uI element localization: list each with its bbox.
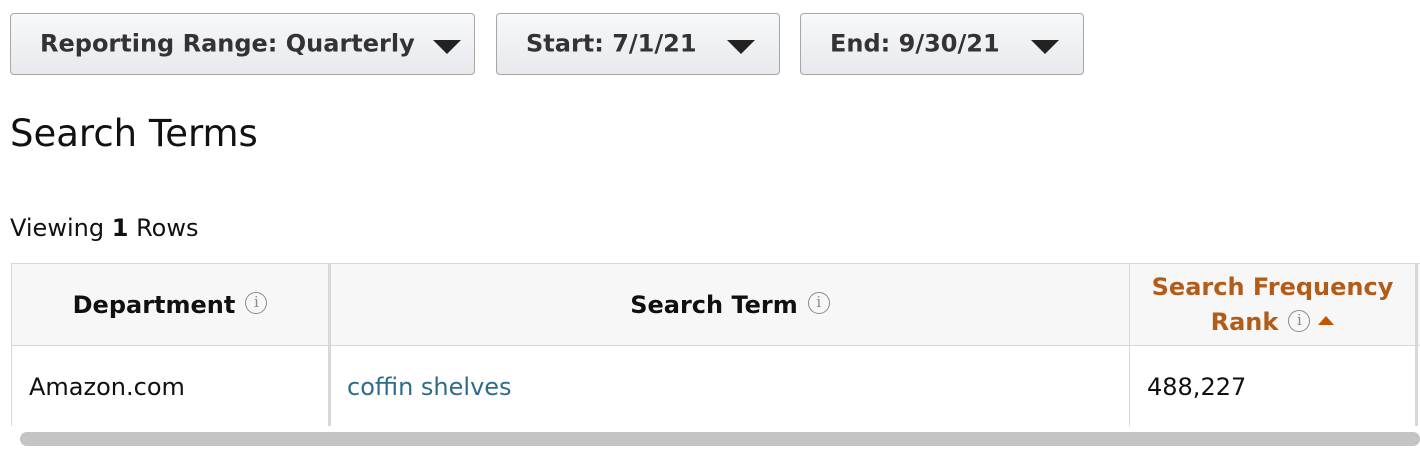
column-resize-handle[interactable] — [1415, 264, 1418, 426]
department-header-label: Department — [72, 291, 236, 319]
search-term-header-label: Search Term — [630, 291, 798, 319]
rank-header-label-line2: Rank — [1210, 308, 1279, 336]
cell-department: Amazon.com — [29, 373, 185, 401]
start-date-label: Start: 7/1/21 — [526, 29, 697, 58]
column-header-department[interactable]: Department i — [12, 264, 328, 346]
info-icon[interactable]: i — [807, 292, 830, 314]
search-terms-table: Department i Search Term i Search Freque… — [11, 263, 1420, 426]
viewing-suffix: Rows — [136, 214, 199, 242]
sort-ascending-icon[interactable] — [1318, 315, 1335, 325]
horizontal-scrollbar[interactable] — [20, 432, 1420, 446]
end-date-dropdown[interactable]: End: 9/30/21 — [800, 13, 1084, 75]
caret-down-icon — [433, 40, 461, 54]
viewing-prefix: Viewing — [10, 214, 105, 242]
column-header-search-term[interactable]: Search Term i — [331, 264, 1129, 346]
info-icon[interactable]: i — [245, 292, 268, 314]
column-header-search-frequency-rank[interactable]: Search Frequency Rank i — [1130, 264, 1415, 346]
reporting-range-dropdown[interactable]: Reporting Range: Quarterly — [10, 13, 475, 75]
page-title: Search Terms — [10, 112, 258, 155]
row-count: 1 — [111, 214, 129, 242]
start-date-dropdown[interactable]: Start: 7/1/21 — [496, 13, 780, 75]
cell-search-term-link[interactable]: coffin shelves — [347, 347, 512, 426]
cell-search-frequency-rank: 488,227 — [1147, 373, 1247, 401]
caret-down-icon — [1031, 40, 1059, 54]
end-date-label: End: 9/30/21 — [830, 29, 1000, 58]
rank-header-label-line1: Search Frequency — [1151, 273, 1394, 301]
reporting-range-label: Reporting Range: Quarterly — [40, 29, 415, 58]
caret-down-icon — [727, 40, 755, 54]
row-count-text: Viewing 1 Rows — [10, 214, 198, 242]
info-icon[interactable]: i — [1288, 310, 1311, 332]
